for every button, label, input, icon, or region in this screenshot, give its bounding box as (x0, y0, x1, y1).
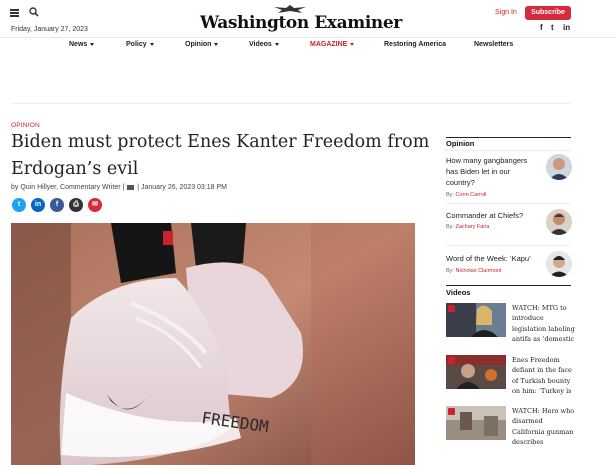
nav-item-videos[interactable]: Videos (249, 41, 279, 48)
nav-item-policy[interactable]: Policy (126, 41, 154, 48)
hero-image: FREEDOM (11, 223, 415, 465)
chevron-down-icon (214, 42, 219, 46)
video-thumbnail[interactable] (446, 406, 506, 440)
opinion-heading: Opinion (446, 139, 475, 148)
chevron-down-icon (90, 42, 95, 46)
video-thumbnail[interactable] (446, 303, 506, 337)
author-link[interactable]: Zachary Faria (455, 224, 489, 230)
author-avatar[interactable] (546, 251, 572, 277)
email-share-button[interactable]: ✉ (88, 198, 102, 212)
twitter-share-button[interactable]: t (12, 198, 26, 212)
search-icon[interactable] (29, 7, 39, 17)
separator (446, 150, 571, 151)
video-item: WATCH: MTG to introduce legislation labe… (446, 303, 575, 343)
opinion-item-title[interactable]: How many gangbangers has Biden let in ou… (446, 155, 538, 188)
nav-item-magazine[interactable]: MAGAZINE (310, 41, 355, 48)
separator (446, 203, 571, 204)
email-author-icon[interactable] (127, 184, 135, 190)
subscribe-button[interactable]: Subscribe (525, 6, 571, 20)
print-button[interactable]: ⎙ (69, 198, 83, 212)
section-label[interactable]: OPINION (11, 122, 40, 129)
opinion-author: By: Conn Carroll (446, 192, 487, 198)
videos-heading: Videos (446, 288, 471, 297)
opinion-rule (446, 137, 571, 138)
play-badge-icon (448, 408, 455, 415)
sneaker-photo: FREEDOM (11, 223, 415, 465)
video-item: WATCH: Hero who disarmed California gunm… (446, 406, 574, 446)
opinion-item-title[interactable]: Word of the Week: ‘Kapu’ (446, 253, 538, 264)
nav-item-restoring-america[interactable]: Restoring America (384, 41, 446, 48)
site-logo[interactable]: Washington Examiner (200, 4, 402, 34)
author-byline[interactable]: by Quin Hillyer, Commentary Writer | (11, 184, 124, 191)
video-title[interactable]: Enes Freedom defiant in the face of Turk… (512, 355, 576, 397)
chevron-down-icon (350, 42, 355, 46)
opinion-item: Word of the Week: ‘Kapu’ By: Nicholas Cl… (446, 251, 574, 277)
byline: by Quin Hillyer, Commentary Writer | | J… (11, 184, 227, 191)
author-link[interactable]: Conn Carroll (455, 192, 486, 198)
opinion-item: How many gangbangers has Biden let in ou… (446, 154, 574, 198)
chevron-down-icon (274, 42, 279, 46)
video-item: Enes Freedom defiant in the face of Turk… (446, 355, 574, 395)
opinion-item: Commander at Chiefs? By: Zachary Faria (446, 209, 574, 235)
videos-rule (446, 285, 571, 286)
separator (446, 245, 571, 246)
top-bar: Friday, January 27, 2023 Washington Exam… (0, 0, 616, 38)
facebook-share-button[interactable]: f (50, 198, 64, 212)
chevron-down-icon (149, 42, 154, 46)
play-badge-icon (448, 357, 455, 364)
linkedin-share-button[interactable]: in (31, 198, 45, 212)
current-date: Friday, January 27, 2023 (11, 26, 88, 33)
main-nav: News Policy Opinion Videos MAGAZINE Rest… (0, 37, 616, 53)
play-badge-icon (448, 305, 455, 312)
author-avatar[interactable] (546, 154, 572, 180)
sign-in-link[interactable]: Sign In (495, 9, 517, 16)
ad-divider (11, 103, 571, 104)
video-thumbnail[interactable] (446, 355, 506, 389)
linkedin-icon[interactable]: in (563, 23, 570, 32)
hamburger-menu-icon[interactable] (10, 9, 19, 17)
publish-date: | January 26, 2023 03:18 PM (137, 184, 228, 191)
author-avatar[interactable] (546, 209, 572, 235)
facebook-icon[interactable]: f (540, 23, 543, 32)
author-link[interactable]: Nicholas Clairmont (455, 268, 501, 274)
twitter-icon[interactable]: t (551, 23, 554, 32)
nav-item-opinion[interactable]: Opinion (185, 41, 219, 48)
nav-item-newsletters[interactable]: Newsletters (474, 41, 513, 48)
logo-wordmark: Washington Examiner (200, 13, 402, 33)
video-title[interactable]: WATCH: MTG to introduce legislation labe… (512, 303, 576, 345)
video-title[interactable]: WATCH: Hero who disarmed California gunm… (512, 406, 576, 448)
nav-item-news[interactable]: News (69, 41, 95, 48)
opinion-item-title[interactable]: Commander at Chiefs? (446, 210, 538, 221)
article-headline: Biden must protect Enes Kanter Freedom f… (11, 132, 430, 179)
